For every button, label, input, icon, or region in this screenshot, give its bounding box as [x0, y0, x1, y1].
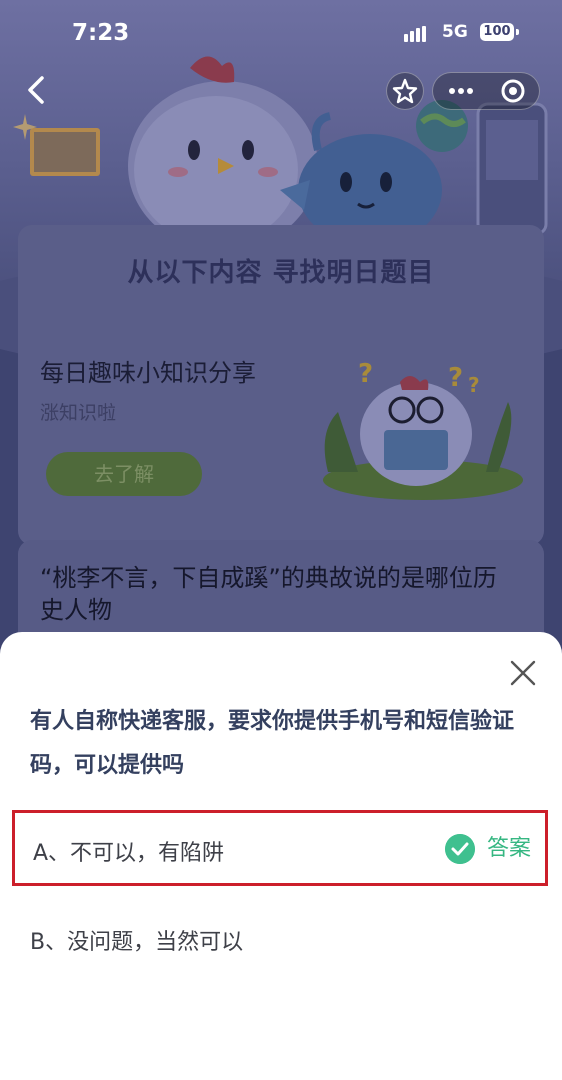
medal-frame-illustration [30, 128, 100, 176]
option-b[interactable]: B、没问题，当然可以 [30, 924, 243, 956]
question-card-text: “桃李不言，下自成蹊”的典故说的是哪位历史人物 [40, 564, 497, 624]
signal-bar [410, 31, 414, 42]
frame-inner [34, 132, 96, 172]
reading-chicken-illustration: ? ? ? [323, 359, 523, 500]
back-chevron-icon[interactable] [22, 72, 52, 108]
signal-bar [422, 26, 426, 42]
close-target-icon[interactable] [486, 73, 540, 109]
favorite-button[interactable] [386, 72, 424, 110]
promo-subtitle: 涨知识啦 [40, 402, 117, 424]
sheet-question: 有人自称快递客服，要求你提供手机号和短信验证码，可以提供吗 [30, 709, 515, 778]
sparkle-icon [13, 114, 37, 140]
mini-program-capsule [432, 72, 540, 110]
signal-bar [416, 28, 420, 42]
svg-text:?: ? [358, 359, 373, 389]
close-icon[interactable] [509, 659, 537, 687]
signal-bar [404, 34, 408, 42]
option-a[interactable]: A、不可以，有陷阱 答案 [12, 810, 548, 886]
answer-tag: 答案 [444, 832, 531, 866]
star-icon [392, 78, 418, 104]
svg-text:?: ? [448, 363, 463, 393]
status-time: 7:23 [72, 20, 130, 46]
phone-illustration [476, 102, 548, 236]
page: 7:23 5G 100 从以下内容 寻找明日题目 每日趣味小知识分享 涨知识啦 … [0, 0, 562, 1080]
promo-learn-button[interactable]: 去了解 [46, 452, 202, 496]
card-title: 从以下内容 寻找明日题目 [127, 258, 435, 288]
answer-tag-text: 答案 [486, 836, 531, 861]
status-bar: 7:23 5G 100 [0, 0, 562, 64]
network-type: 5G [442, 22, 468, 42]
battery-icon: 100 [480, 23, 519, 41]
more-dots-icon[interactable] [433, 73, 487, 109]
check-circle-icon [444, 834, 475, 864]
promo-title: 每日趣味小知识分享 [40, 359, 256, 387]
svg-text:?: ? [468, 373, 480, 397]
option-a-label: A、不可以，有陷阱 [33, 841, 225, 866]
